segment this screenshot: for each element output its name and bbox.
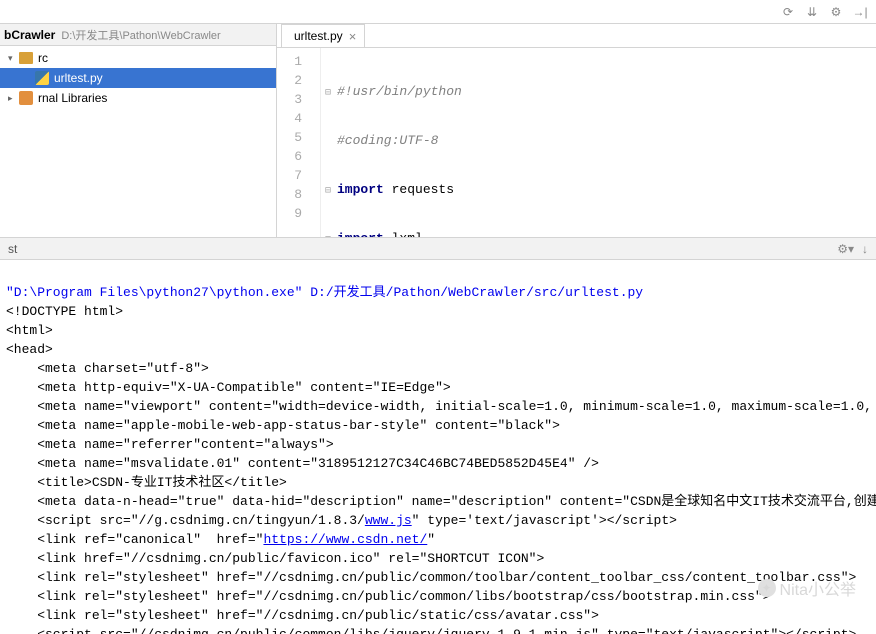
tab-label: urltest.py: [294, 29, 343, 43]
project-tree: ▾ rc urltest.py ▸ rnal Libraries: [0, 46, 276, 237]
folder-icon: [18, 50, 34, 66]
python-file-icon: [34, 70, 50, 86]
main-area: bCrawler D:\开发工具\Pathon\WebCrawler ▾ rc …: [0, 24, 876, 237]
run-panel-header[interactable]: st ⚙▾ ↓: [0, 238, 876, 260]
tree-label: urltest.py: [54, 71, 103, 85]
code-editor[interactable]: 1 2 3 4 5 6 7 8 9 ⊟#!usr/bin/python #cod…: [277, 48, 876, 237]
project-sidebar: bCrawler D:\开发工具\Pathon\WebCrawler ▾ rc …: [0, 24, 277, 237]
tree-label: rnal Libraries: [38, 91, 107, 105]
line-gutter: 1 2 3 4 5 6 7 8 9: [277, 48, 321, 237]
library-icon: [18, 90, 34, 106]
tree-label: rc: [38, 51, 48, 65]
gear-icon[interactable]: ⚙▾: [837, 242, 854, 256]
chevron-right-icon: ▸: [8, 93, 18, 104]
tree-file-urltest[interactable]: urltest.py: [0, 68, 276, 88]
collapse-icon[interactable]: ⇊: [804, 4, 820, 20]
close-icon[interactable]: ×: [349, 29, 357, 44]
link-wwwjs[interactable]: www.js: [365, 513, 412, 528]
run-panel: st ⚙▾ ↓ "D:\Program Files\python27\pytho…: [0, 237, 876, 634]
console-output[interactable]: "D:\Program Files\python27\python.exe" D…: [0, 260, 876, 634]
sync-icon[interactable]: ⟳: [780, 4, 796, 20]
editor-tabs: urltest.py ×: [277, 24, 876, 48]
gear-icon[interactable]: ⚙: [828, 4, 844, 20]
project-header[interactable]: bCrawler D:\开发工具\Pathon\WebCrawler: [0, 24, 276, 46]
run-panel-title: st: [8, 242, 17, 256]
code-content[interactable]: ⊟#!usr/bin/python #coding:UTF-8 ⊟import …: [321, 48, 876, 237]
download-icon[interactable]: ↓: [862, 242, 868, 256]
chevron-down-icon: ▾: [8, 53, 18, 64]
tree-folder-src[interactable]: ▾ rc: [0, 48, 276, 68]
editor-area: urltest.py × 1 2 3 4 5 6 7 8 9 ⊟#!usr/bi…: [277, 24, 876, 237]
hide-icon[interactable]: →|: [852, 4, 868, 20]
project-path: D:\开发工具\Pathon\WebCrawler: [61, 27, 220, 43]
project-name: bCrawler: [4, 28, 55, 42]
tree-external-libs[interactable]: ▸ rnal Libraries: [0, 88, 276, 108]
link-csdn[interactable]: https://www.csdn.net/: [263, 532, 427, 547]
tab-urltest[interactable]: urltest.py ×: [281, 24, 365, 47]
top-toolbar: ⟳ ⇊ ⚙ →|: [0, 0, 876, 24]
